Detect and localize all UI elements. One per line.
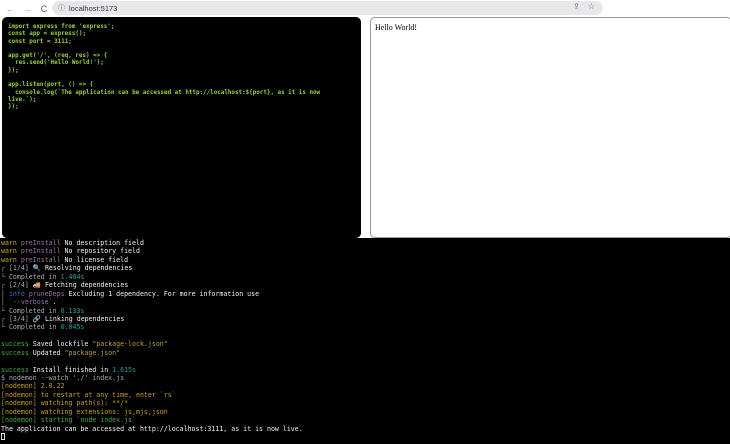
- terminal-line: │ `--verbose`.: [1, 298, 729, 306]
- terminal-line: [nodemon] 2.0.22: [1, 382, 729, 390]
- terminal-segment: No description field: [64, 239, 144, 247]
- terminal-segment: ┌: [1, 281, 9, 290]
- address-bar[interactable]: ⓘ localhost:5173 ⇪ ☆: [52, 1, 603, 15]
- terminal-segment: 1.615s: [112, 365, 136, 374]
- terminal-line: warn preInstall No description field: [1, 239, 729, 247]
- terminal-segment: `--verbose`: [8, 298, 53, 307]
- terminal-line: success Install finished in 1.615s: [1, 366, 729, 374]
- terminal-cursor: [1, 433, 5, 441]
- preview-pane: Hello World!: [370, 17, 730, 238]
- terminal-segment: The application can be accessed at http:…: [1, 424, 303, 433]
- terminal[interactable]: warn preInstall No description field warn…: [0, 238, 730, 444]
- terminal-segment: [nodemon] watching extensions: js,mjs,js…: [1, 407, 168, 416]
- back-button[interactable]: ←: [3, 4, 17, 14]
- terminal-segment: pruneDeps: [28, 289, 69, 298]
- terminal-segment: warn: [1, 239, 21, 247]
- terminal-segment: success: [1, 348, 33, 357]
- terminal-line: └ Completed in 0.045s: [1, 323, 729, 331]
- terminal-segment: └: [1, 323, 9, 332]
- terminal-segment: └: [1, 272, 9, 281]
- terminal-line: │ info pruneDeps Excluding 1 dependency.…: [1, 290, 729, 298]
- terminal-line: warn preInstall No repository field: [1, 247, 729, 255]
- terminal-segment: 0.045s: [60, 323, 85, 332]
- terminal-segment: │: [1, 289, 9, 298]
- terminal-segment: [nodemon] to restart at any time, enter …: [1, 390, 176, 399]
- terminal-segment: [nodemon] starting `node index.js`: [1, 416, 136, 425]
- terminal-segment: Completed in: [8, 306, 61, 315]
- terminal-segment: Excluding 1 dependency. For more informa…: [68, 289, 260, 298]
- code-editor[interactable]: import express from 'express'; const app…: [2, 17, 361, 238]
- terminal-segment: 1.404s: [60, 272, 85, 281]
- terminal-segment: info: [8, 289, 29, 298]
- terminal-segment: 🔍 Resolving dependencies: [32, 264, 133, 273]
- terminal-segment: 🔗 Linking dependencies: [32, 314, 125, 323]
- browser-toolbar: ← → C ⓘ localhost:5173 ⇪ ☆: [0, 0, 730, 17]
- terminal-line: └ Completed in 1.404s: [1, 273, 729, 281]
- terminal-segment: ┌: [1, 264, 9, 273]
- terminal-line: ┌ [3/4] 🔗 Linking dependencies: [1, 315, 729, 323]
- terminal-segment: Updated: [32, 348, 65, 357]
- terminal-segment: success: [1, 340, 33, 349]
- terminal-segment: [nodemon] 2.0.22: [1, 382, 65, 391]
- terminal-segment: 0.133s: [60, 306, 85, 315]
- info-icon[interactable]: ⓘ: [58, 3, 65, 13]
- terminal-segment: warn: [1, 255, 21, 264]
- terminal-line: [nodemon] starting `node index.js`: [1, 416, 729, 424]
- terminal-segment: $ nodemon --watch './' index.js: [1, 374, 125, 382]
- terminal-line: ┌ [2/4] 🚚 Fetching dependencies: [1, 281, 729, 289]
- terminal-segment: preInstall: [20, 255, 65, 264]
- terminal-segment: preInstall: [20, 247, 65, 256]
- terminal-segment: Completed in: [8, 272, 61, 281]
- terminal-line: success Saved lockfile "package-lock.jso…: [1, 340, 729, 348]
- forward-button[interactable]: →: [20, 4, 34, 14]
- terminal-segment: 🚚 Fetching dependencies: [32, 281, 129, 290]
- terminal-line: success Updated "package.json": [1, 349, 729, 357]
- terminal-segment: Saved lockfile: [32, 340, 93, 349]
- terminal-segment: "package.json": [64, 348, 121, 357]
- terminal-segment: └: [1, 306, 9, 315]
- terminal-line: [nodemon] watching extensions: js,mjs,js…: [1, 408, 729, 416]
- terminal-segment: │: [1, 298, 9, 307]
- terminal-segment: [1/4]: [8, 264, 33, 273]
- terminal-segment: preInstall: [20, 239, 65, 247]
- terminal-line: $ nodemon --watch './' index.js: [1, 374, 729, 382]
- terminal-segment: [3/4]: [8, 314, 33, 323]
- share-icon[interactable]: ⇪: [573, 2, 580, 11]
- reload-button[interactable]: C: [37, 4, 51, 14]
- terminal-segment: ┌: [1, 314, 9, 323]
- star-icon[interactable]: ☆: [588, 2, 595, 11]
- url-text[interactable]: localhost:5173: [69, 4, 117, 13]
- terminal-line: [nodemon] to restart at any time, enter …: [1, 391, 729, 399]
- terminal-line: └ Completed in 0.133s: [1, 307, 729, 315]
- terminal-line: [nodemon] watching path(s): **/*: [1, 399, 729, 407]
- terminal-segment: No license field: [64, 255, 129, 264]
- preview-text: Hello World!: [375, 23, 418, 32]
- terminal-line: ┌ [1/4] 🔍 Resolving dependencies: [1, 264, 729, 272]
- terminal-segment: success: [1, 365, 33, 374]
- terminal-segment: "package-lock.json": [92, 340, 168, 349]
- terminal-segment: No repository field: [64, 247, 140, 256]
- terminal-segment: Install finished in: [32, 365, 113, 374]
- terminal-segment: warn: [1, 247, 21, 256]
- terminal-segment: .: [52, 298, 57, 307]
- terminal-segment: Completed in: [8, 323, 61, 332]
- terminal-line: The application can be accessed at http:…: [1, 425, 729, 433]
- terminal-segment: [nodemon] watching path(s): **/*: [1, 399, 129, 408]
- terminal-segment: [2/4]: [8, 281, 33, 290]
